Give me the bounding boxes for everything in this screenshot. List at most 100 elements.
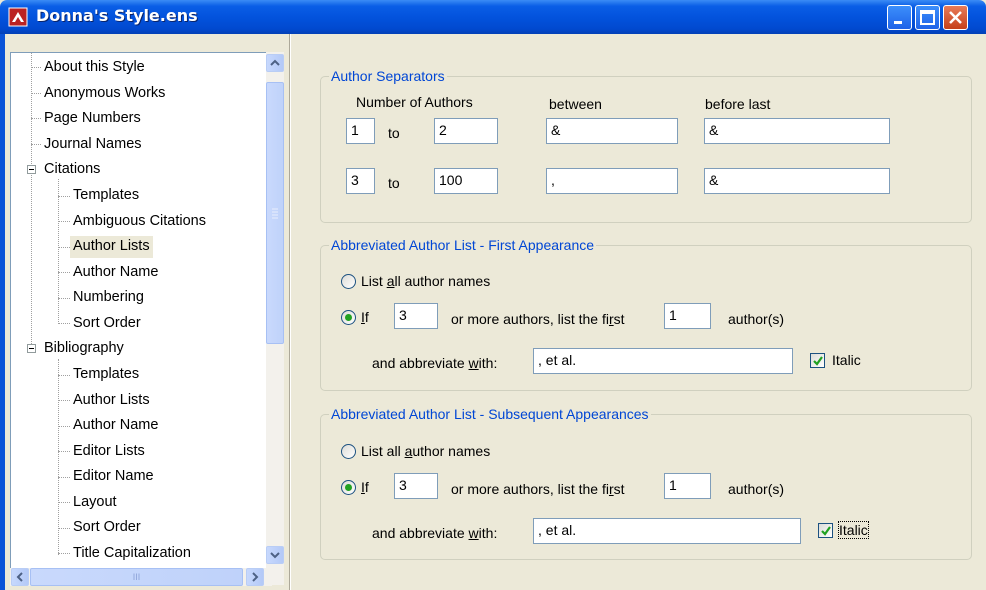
subsequent-authors-suffix: author(s) <box>728 481 785 497</box>
row1-to-input[interactable]: 2 <box>434 118 498 144</box>
row2-between-input[interactable]: , <box>546 168 678 194</box>
tree-item-label: Numbering <box>73 289 144 305</box>
tree-horizontal-scrollbar[interactable]: III <box>10 568 272 586</box>
tree-item-editor-name[interactable]: Editor Name <box>70 466 157 488</box>
row2-from-input[interactable]: 3 <box>346 168 375 194</box>
tree-line <box>58 426 70 427</box>
row1-between-input[interactable]: & <box>546 118 678 144</box>
first-list-first-input[interactable]: 1 <box>664 303 711 329</box>
subsequent-abbreviation-input[interactable]: , et al. <box>533 518 801 544</box>
row2-to-input[interactable]: 100 <box>434 168 498 194</box>
group-title: Author Separators <box>329 68 447 84</box>
row2-before-last-input[interactable]: & <box>704 168 890 194</box>
chevron-right-icon <box>252 572 259 582</box>
tree-item-label: Anonymous Works <box>44 85 166 101</box>
tree-line <box>58 375 70 376</box>
tree-item-layout[interactable]: Layout <box>70 492 120 514</box>
label-part: uthor names <box>412 443 491 459</box>
scroll-thumb-horizontal[interactable]: III <box>30 568 243 586</box>
scroll-thumb[interactable] <box>266 82 284 344</box>
tree-item-citations-templates[interactable]: Templates <box>70 185 142 207</box>
tree-line <box>31 118 41 119</box>
subsequent-author-count-input[interactable]: 3 <box>394 473 438 499</box>
tree-item-journal-names[interactable]: Journal Names <box>41 134 145 156</box>
label-part: or more authors, list the fi <box>451 311 609 327</box>
tree-item-citations-sort-order[interactable]: Sort Order <box>70 313 144 335</box>
tree-item-label: Author Lists <box>73 392 150 408</box>
maximize-icon <box>920 10 935 25</box>
tree-item-anonymous-works[interactable]: Anonymous Works <box>41 83 168 105</box>
tree-item-ambiguous-citations[interactable]: Ambiguous Citations <box>70 211 209 233</box>
tree-vertical-scrollbar[interactable] <box>266 52 284 585</box>
tree-line <box>31 144 41 145</box>
collapse-bibliography-icon[interactable] <box>27 344 36 353</box>
group-title: Abbreviated Author List - First Appearan… <box>329 237 597 253</box>
tree-line <box>58 179 59 322</box>
subsequent-if-radio[interactable] <box>341 480 356 495</box>
scroll-down-button[interactable] <box>266 546 284 564</box>
tree-item-about-this-style[interactable]: About this Style <box>41 57 148 79</box>
minimize-icon <box>894 21 902 24</box>
first-author-count-input[interactable]: 3 <box>394 303 438 329</box>
first-if-radio[interactable] <box>341 310 356 325</box>
tree-line <box>58 247 70 248</box>
first-list-all-label[interactable]: List all author names <box>361 273 490 289</box>
tree-item-label: Author Name <box>73 417 159 433</box>
chevron-left-icon <box>16 572 23 582</box>
subsequent-italic-checkbox[interactable] <box>818 523 833 538</box>
first-abbreviation-input[interactable]: , et al. <box>533 348 793 374</box>
tree-item-editor-lists[interactable]: Editor Lists <box>70 441 148 463</box>
first-italic-checkbox[interactable] <box>810 353 825 368</box>
title-bar[interactable]: Donna's Style.ens <box>0 0 986 34</box>
tree-item-page-numbers[interactable]: Page Numbers <box>41 108 144 130</box>
maximize-button[interactable] <box>915 5 940 30</box>
tree-item-citations-author-lists[interactable]: Author Lists <box>70 236 153 258</box>
tree-item-label: Page Numbers <box>44 110 141 126</box>
close-button[interactable] <box>943 5 968 30</box>
label-part: or more authors, list the fi <box>451 481 609 497</box>
tree-line <box>58 298 70 299</box>
subsequent-list-first-input[interactable]: 1 <box>664 473 711 499</box>
tree-item-title-capitalization[interactable]: Title Capitalization <box>70 543 194 565</box>
row1-from-input[interactable]: 1 <box>346 118 375 144</box>
scroll-up-button[interactable] <box>266 54 284 72</box>
subsequent-list-all-label[interactable]: List all author names <box>361 443 490 459</box>
tree-item-bibliography[interactable]: Bibliography <box>41 338 127 360</box>
style-tree[interactable]: About this Style Anonymous Works Page Nu… <box>10 52 272 585</box>
tree-item-bibliography-author-lists[interactable]: Author Lists <box>70 390 153 412</box>
tree-item-bibliography-author-name[interactable]: Author Name <box>70 415 161 437</box>
panel-splitter[interactable] <box>289 34 291 590</box>
label-part: f <box>364 479 369 495</box>
tree-item-label: Sort Order <box>73 519 141 535</box>
window-frame <box>0 34 5 590</box>
checkmark-icon <box>821 526 831 536</box>
tree-line <box>58 553 70 554</box>
to-label: to <box>388 175 400 191</box>
label-part: and abbreviate <box>372 355 469 371</box>
tree-line <box>58 272 70 273</box>
subsequent-if-label[interactable]: If <box>361 479 369 495</box>
tree-line <box>58 323 70 324</box>
subsequent-list-all-radio[interactable] <box>341 444 356 459</box>
first-italic-label[interactable]: Italic <box>832 352 861 368</box>
first-if-label[interactable]: If <box>361 309 369 325</box>
tree-item-bibliography-sort-order[interactable]: Sort Order <box>70 517 144 539</box>
tree-item-bibliography-templates[interactable]: Templates <box>70 364 142 386</box>
tree-item-label: Templates <box>73 366 140 382</box>
collapse-citations-icon[interactable] <box>27 165 36 174</box>
label-part: ith: <box>478 355 498 371</box>
scroll-left-button[interactable] <box>11 568 29 586</box>
subsequent-italic-label[interactable]: Italic <box>838 521 869 539</box>
minimize-button[interactable] <box>887 5 912 30</box>
to-label: to <box>388 125 400 141</box>
tree-item-numbering[interactable]: Numbering <box>70 287 147 309</box>
tree-item-label: Title Capitalization <box>73 545 191 561</box>
endnote-style-icon <box>8 7 28 27</box>
row1-before-last-input[interactable]: & <box>704 118 890 144</box>
tree-item-citations-author-name[interactable]: Author Name <box>70 262 161 284</box>
first-list-all-radio[interactable] <box>341 274 356 289</box>
tree-line <box>58 196 70 197</box>
scroll-right-button[interactable] <box>246 568 264 586</box>
tree-item-citations[interactable]: Citations <box>41 159 103 181</box>
tree-item-label: Journal Names <box>44 136 142 152</box>
